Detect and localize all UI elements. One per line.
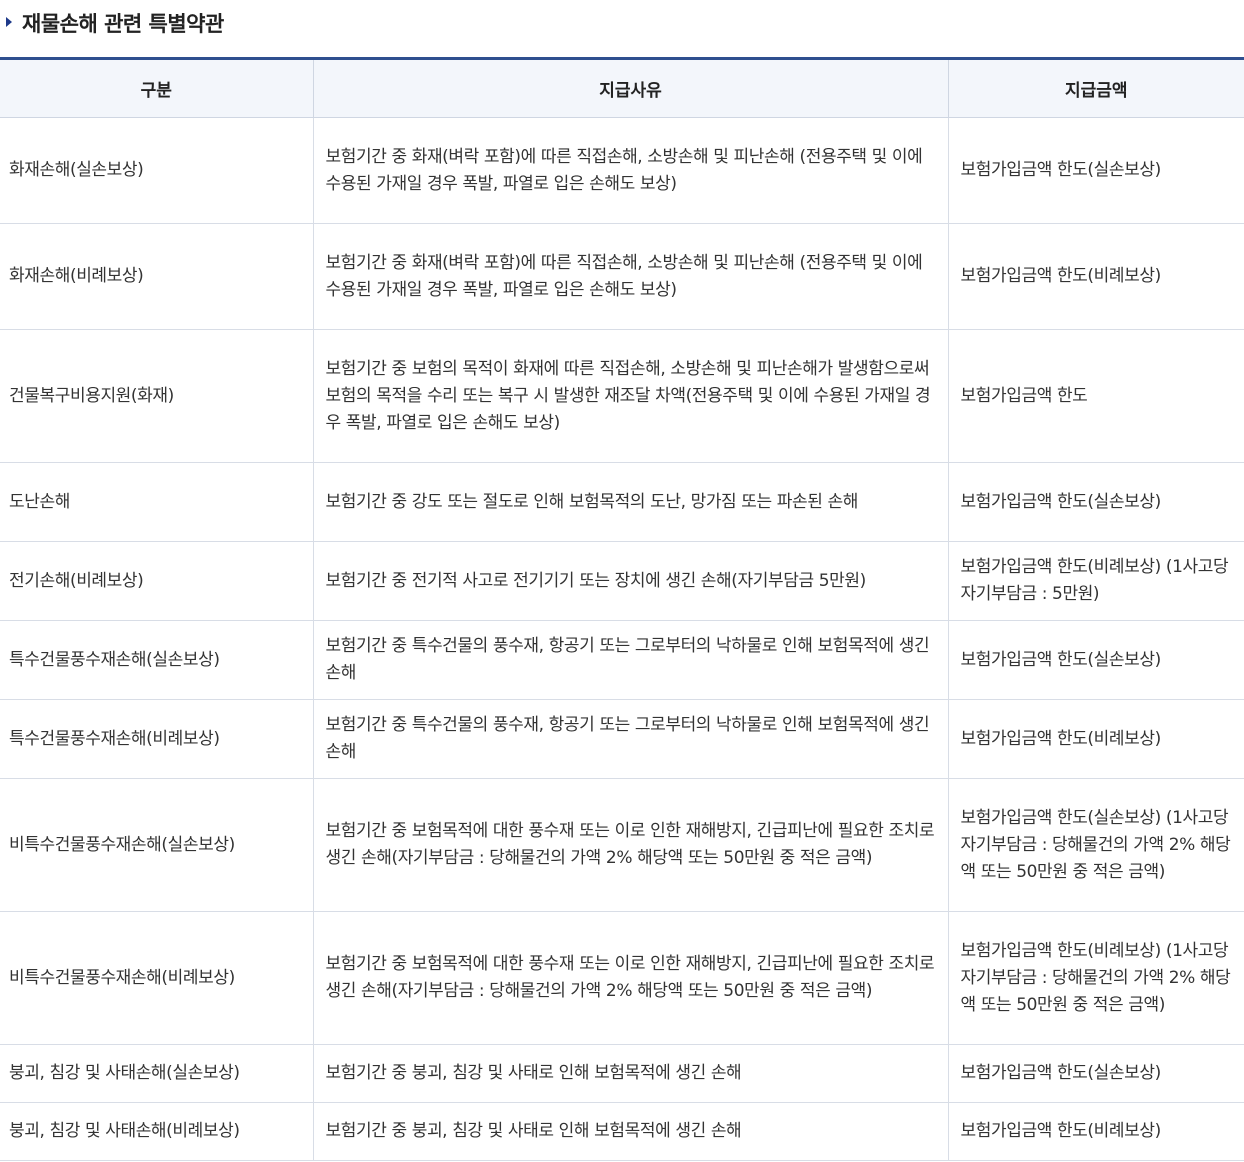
table-row: 특수건물풍수재손해(비례보상) 보험기간 중 특수건물의 풍수재, 항공기 또는… [0, 699, 1244, 779]
table-header: 구분 지급사유 지급금액 [0, 58, 1244, 118]
cell-reason: 보험기간 중 특수건물의 풍수재, 항공기 또는 그로부터의 낙하물로 인해 보… [312, 620, 948, 700]
cell-amount: 보험가입금액 한도(실손보상) [947, 117, 1244, 224]
cell-reason: 보험기간 중 붕괴, 침강 및 사태로 인해 보험목적에 생긴 손해 [312, 1102, 948, 1161]
table-row: 건물복구비용지원(화재) 보험기간 중 보험의 목적이 화재에 따른 직접손해,… [0, 329, 1244, 463]
cell-amount: 보험가입금액 한도(실손보상) [947, 620, 1244, 700]
table-row: 화재손해(실손보상) 보험기간 중 화재(벼락 포함)에 따른 직접손해, 소방… [0, 117, 1244, 224]
header-amount: 지급금액 [947, 58, 1244, 118]
cell-category: 건물복구비용지원(화재) [0, 329, 313, 463]
cell-amount: 보험가입금액 한도(비례보상) [947, 223, 1244, 330]
cell-amount: 보험가입금액 한도(실손보상) [947, 1044, 1244, 1103]
table-row: 특수건물풍수재손해(실손보상) 보험기간 중 특수건물의 풍수재, 항공기 또는… [0, 620, 1244, 700]
cell-category: 비특수건물풍수재손해(실손보상) [0, 778, 313, 912]
cell-reason: 보험기간 중 화재(벼락 포함)에 따른 직접손해, 소방손해 및 피난손해 (… [312, 117, 948, 224]
cell-reason: 보험기간 중 특수건물의 풍수재, 항공기 또는 그로부터의 낙하물로 인해 보… [312, 699, 948, 779]
cell-category: 비특수건물풍수재손해(비례보상) [0, 911, 313, 1045]
cell-category: 특수건물풍수재손해(실손보상) [0, 620, 313, 700]
triangle-bullet-icon [6, 17, 12, 27]
cell-category: 화재손해(실손보상) [0, 117, 313, 224]
coverage-table: 구분 지급사유 지급금액 화재손해(실손보상) 보험기간 중 화재(벼락 포함)… [0, 57, 1244, 1161]
cell-amount: 보험가입금액 한도(비례보상) [947, 699, 1244, 779]
page-title: 재물손해 관련 특별약관 [0, 0, 1244, 46]
cell-reason: 보험기간 중 화재(벼락 포함)에 따른 직접손해, 소방손해 및 피난손해 (… [312, 223, 948, 330]
coverage-table-container: 구분 지급사유 지급금액 화재손해(실손보상) 보험기간 중 화재(벼락 포함)… [0, 57, 1244, 1161]
table-row: 붕괴, 침강 및 사태손해(실손보상) 보험기간 중 붕괴, 침강 및 사태로 … [0, 1044, 1244, 1103]
cell-amount: 보험가입금액 한도(비례보상) (1사고당 자기부담금 : 당해물건의 가액 2… [947, 911, 1244, 1045]
cell-reason: 보험기간 중 전기적 사고로 전기기기 또는 장치에 생긴 손해(자기부담금 5… [312, 541, 948, 621]
table-row: 비특수건물풍수재손해(비례보상) 보험기간 중 보험목적에 대한 풍수재 또는 … [0, 911, 1244, 1045]
cell-amount: 보험가입금액 한도(실손보상) [947, 462, 1244, 542]
cell-amount: 보험가입금액 한도(비례보상) (1사고당 자기부담금 : 5만원) [947, 541, 1244, 621]
header-category: 구분 [0, 58, 313, 118]
table-row: 도난손해 보험기간 중 강도 또는 절도로 인해 보험목적의 도난, 망가짐 또… [0, 462, 1244, 542]
header-reason: 지급사유 [312, 58, 948, 118]
table-row: 비특수건물풍수재손해(실손보상) 보험기간 중 보험목적에 대한 풍수재 또는 … [0, 778, 1244, 912]
cell-category: 붕괴, 침강 및 사태손해(비례보상) [0, 1102, 313, 1161]
cell-amount: 보험가입금액 한도 [947, 329, 1244, 463]
cell-category: 전기손해(비례보상) [0, 541, 313, 621]
table-body: 화재손해(실손보상) 보험기간 중 화재(벼락 포함)에 따른 직접손해, 소방… [0, 117, 1244, 1161]
table-row: 붕괴, 침강 및 사태손해(비례보상) 보험기간 중 붕괴, 침강 및 사태로 … [0, 1102, 1244, 1161]
cell-reason: 보험기간 중 강도 또는 절도로 인해 보험목적의 도난, 망가짐 또는 파손된… [312, 462, 948, 542]
cell-reason: 보험기간 중 보험목적에 대한 풍수재 또는 이로 인한 재해방지, 긴급피난에… [312, 911, 948, 1045]
cell-category: 붕괴, 침강 및 사태손해(실손보상) [0, 1044, 313, 1103]
cell-amount: 보험가입금액 한도(비례보상) [947, 1102, 1244, 1161]
cell-category: 특수건물풍수재손해(비례보상) [0, 699, 313, 779]
page-title-text: 재물손해 관련 특별약관 [22, 12, 224, 36]
cell-amount: 보험가입금액 한도(실손보상) (1사고당 자기부담금 : 당해물건의 가액 2… [947, 778, 1244, 912]
cell-reason: 보험기간 중 보험의 목적이 화재에 따른 직접손해, 소방손해 및 피난손해가… [312, 329, 948, 463]
cell-reason: 보험기간 중 보험목적에 대한 풍수재 또는 이로 인한 재해방지, 긴급피난에… [312, 778, 948, 912]
cell-category: 화재손해(비례보상) [0, 223, 313, 330]
cell-reason: 보험기간 중 붕괴, 침강 및 사태로 인해 보험목적에 생긴 손해 [312, 1044, 948, 1103]
cell-category: 도난손해 [0, 462, 313, 542]
table-header-row: 구분 지급사유 지급금액 [0, 58, 1244, 118]
table-row: 화재손해(비례보상) 보험기간 중 화재(벼락 포함)에 따른 직접손해, 소방… [0, 223, 1244, 330]
table-row: 전기손해(비례보상) 보험기간 중 전기적 사고로 전기기기 또는 장치에 생긴… [0, 541, 1244, 621]
